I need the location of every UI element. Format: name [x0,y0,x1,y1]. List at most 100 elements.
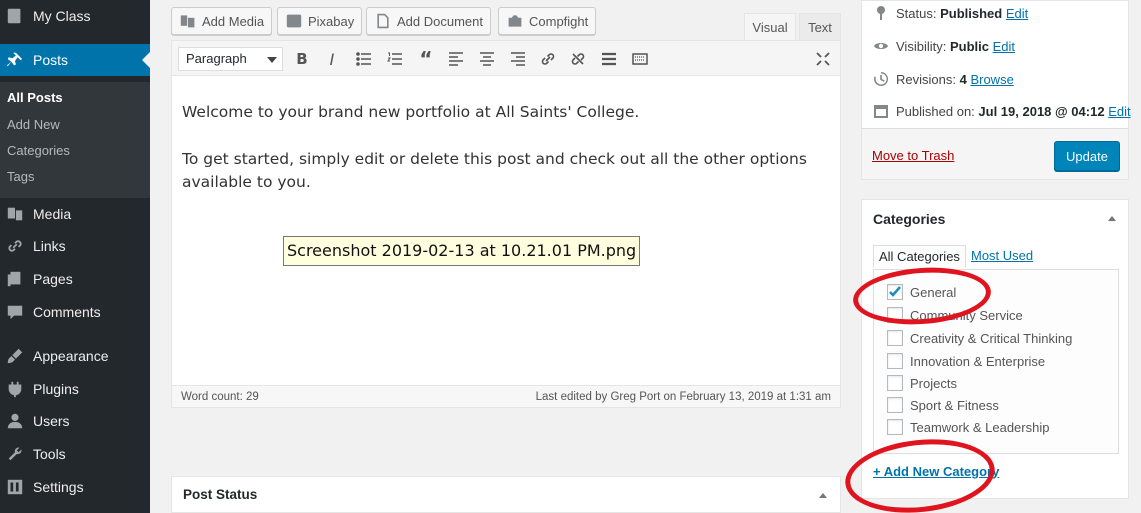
add-document-button[interactable]: Add Document [366,7,491,35]
checkbox[interactable] [887,375,903,391]
nav-comments[interactable]: Comments [0,296,150,328]
checkbox[interactable] [887,330,903,346]
add-new-category-link[interactable]: + Add New Category [873,464,999,479]
blockquote-button[interactable]: “ [414,47,438,71]
read-more-button[interactable] [597,48,621,70]
nav-label: My Class [33,8,91,24]
category-label: Creativity & Critical Thinking [910,330,1073,346]
editor-paragraph: Welcome to your brand new portfolio at A… [182,103,640,121]
align-center-button[interactable] [475,48,499,70]
checkmark-icon [889,286,901,297]
fullscreen-icon [816,52,830,66]
add-media-button[interactable]: Add Media [171,7,273,35]
nav-pages[interactable]: Pages [0,263,150,295]
update-button[interactable]: Update [1054,141,1120,171]
checkbox[interactable] [887,353,903,369]
bullet-list-button[interactable] [352,48,376,70]
align-left-icon [449,52,463,66]
status-label: Status: [896,5,937,21]
keyboard-icon [632,53,648,65]
unlink-button[interactable] [566,48,590,70]
nav-tools[interactable]: Tools [0,438,150,470]
nav-plugins[interactable]: Plugins [0,373,150,405]
pixabay-label: Pixabay [308,13,355,29]
category-label: General [910,284,957,300]
nav-users[interactable]: Users [0,405,150,437]
submenu-add-new[interactable]: Add New [7,117,60,132]
checkbox[interactable] [887,397,903,413]
tab-most-used[interactable]: Most Used [966,245,1038,266]
category-item-creativity[interactable]: Creativity & Critical Thinking [887,330,1072,346]
category-item-community-service[interactable]: Community Service [887,307,1023,323]
align-right-button[interactable] [506,48,530,70]
media-icon [180,15,195,28]
edit-status-link[interactable]: Edit [1006,6,1028,21]
nav-my-class[interactable]: My Class [0,0,150,32]
link-icon [5,236,25,256]
published-value: Jul 19, 2018 @ 04:12 [978,103,1105,119]
move-to-trash-link[interactable]: Move to Trash [872,148,954,163]
toggle-arrow-icon[interactable] [819,489,827,498]
edit-visibility-link[interactable]: Edit [993,39,1015,54]
last-edited: Last edited by Greg Port on February 13,… [535,391,831,403]
nav-links[interactable]: Links [0,230,150,262]
submenu-tags[interactable]: Tags [7,169,34,184]
file-link[interactable]: Screenshot 2019-02-13 at 10.21.01 PM.png [283,236,641,266]
add-media-label: Add Media [202,13,265,29]
bold-button[interactable]: B [290,48,314,70]
insert-link-button[interactable] [536,48,560,70]
nav-appearance[interactable]: Appearance [0,340,150,372]
editor-toolbar: Paragraph B I “ [171,40,841,76]
editor-paragraph: To get started, simply edit or delete th… [182,150,807,191]
pages-icon [5,269,25,289]
align-left-button[interactable] [444,48,468,70]
edit-date-link[interactable]: Edit [1108,104,1130,119]
nav-settings[interactable]: Settings [0,471,150,503]
visibility-label: Visibility: [896,38,947,54]
tab-text[interactable]: Text [799,13,841,40]
pixabay-icon [286,14,302,28]
word-count: Word count: 29 [181,391,259,403]
document-icon [377,13,389,29]
published-label: Published on: [896,103,975,119]
categories-box: Categories All Categories Most Used Gene… [861,199,1129,499]
tab-visual[interactable]: Visual [744,13,796,40]
nav-label: Pages [33,271,73,287]
submenu-categories[interactable]: Categories [7,143,70,158]
checkbox[interactable] [887,307,903,323]
toolbar-toggle-button[interactable] [628,48,652,70]
category-item-projects[interactable]: Projects [887,375,957,391]
nav-label: Media [33,206,72,222]
link-icon [541,53,555,65]
compfight-button[interactable]: Compfight [498,7,597,35]
plug-icon [5,379,25,399]
italic-button[interactable]: I [320,48,344,70]
unlink-icon [571,53,585,65]
category-label: Innovation & Enterprise [910,353,1046,369]
calendar-icon [872,102,890,120]
nav-posts[interactable]: Posts [0,44,150,76]
post-status-title: Post Status [183,487,258,502]
pixabay-button[interactable]: Pixabay [277,7,363,35]
numbered-list-button[interactable] [383,48,407,70]
checkbox[interactable] [887,284,903,300]
bullet-list-icon [356,52,371,66]
toggle-arrow-icon[interactable] [1108,212,1116,221]
format-select[interactable]: Paragraph [178,47,283,71]
tab-all-categories[interactable]: All Categories [873,245,966,268]
category-item-sport[interactable]: Sport & Fitness [887,397,999,413]
read-more-icon [602,52,616,66]
nav-label: Appearance [33,348,109,364]
editor-content[interactable]: Welcome to your brand new portfolio at A… [171,76,841,386]
editor-status-bar: Word count: 29 Last edited by Greg Port … [171,385,841,408]
eye-icon [872,37,890,55]
category-item-general[interactable]: General [887,284,956,300]
checkbox[interactable] [887,419,903,435]
category-item-innovation[interactable]: Innovation & Enterprise [887,353,1045,369]
dashboard-icon [5,6,25,26]
nav-media[interactable]: Media [0,198,150,230]
submenu-all-posts[interactable]: All Posts [7,90,63,105]
browse-revisions-link[interactable]: Browse [970,72,1013,87]
distraction-free-button[interactable] [811,48,835,70]
category-item-teamwork[interactable]: Teamwork & Leadership [887,419,1049,435]
